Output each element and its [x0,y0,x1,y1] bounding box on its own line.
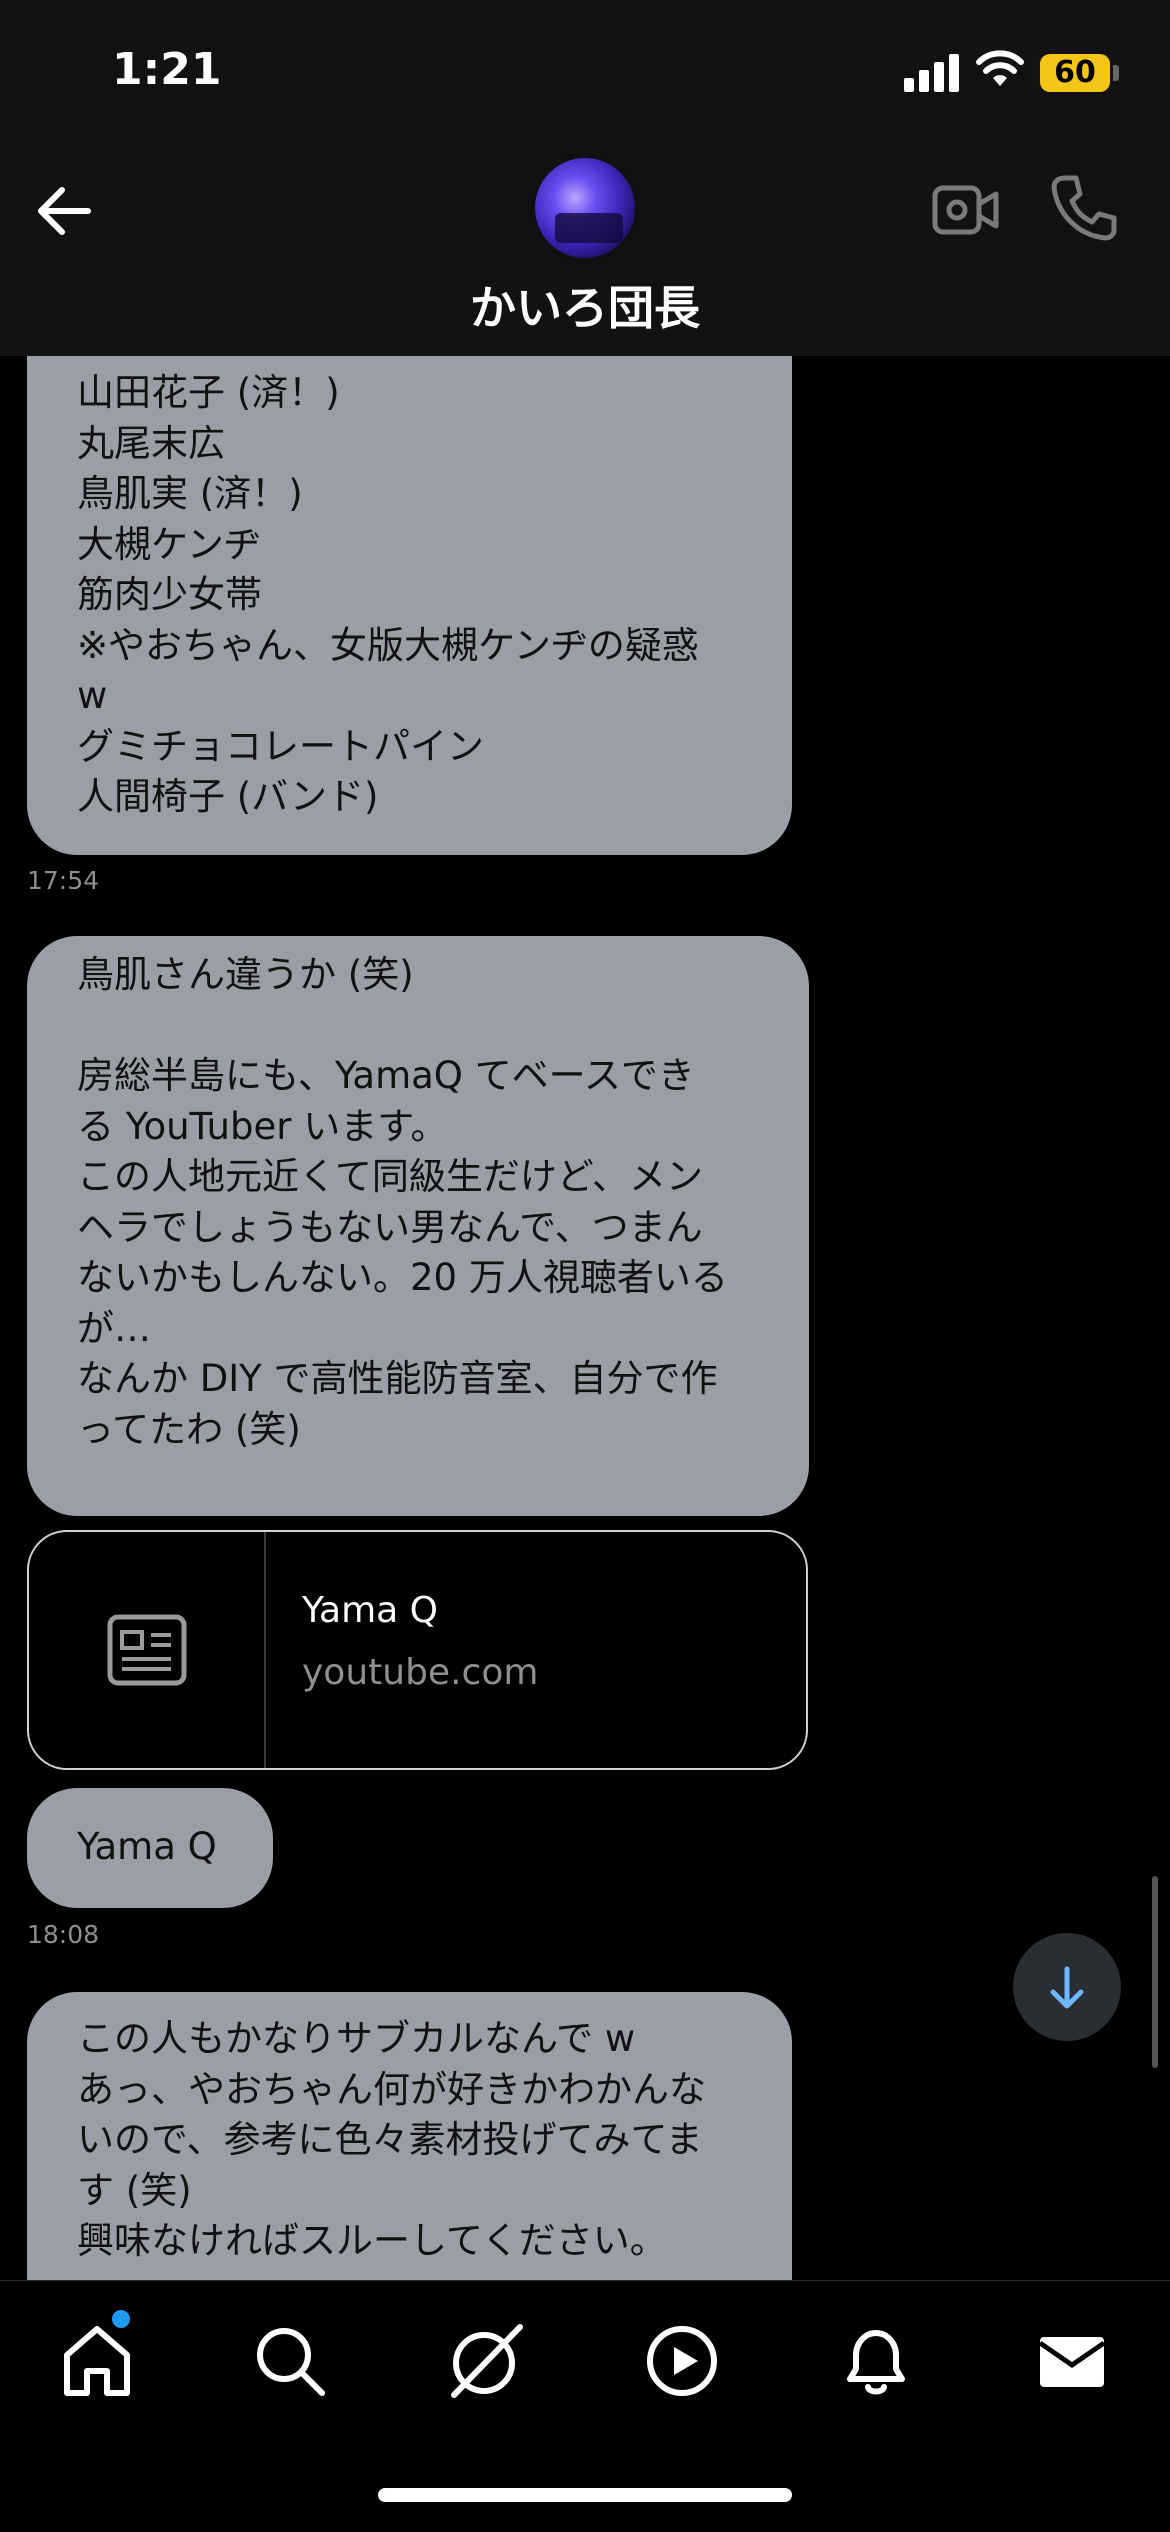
link-domain: youtube.com [302,1652,539,1693]
play-icon[interactable] [642,2321,722,2401]
scroll-to-bottom-button[interactable] [1013,1933,1121,2041]
message-bubble[interactable]: Yama Q [27,1788,273,1908]
arrow-left-icon[interactable] [30,176,100,246]
avatar[interactable] [531,154,639,262]
wifi-icon [976,50,1024,86]
home-icon[interactable] [57,2321,137,2401]
link-thumbnail [29,1532,266,1768]
grok-icon[interactable] [446,2321,526,2401]
battery-tip [1113,65,1119,81]
message-timestamp: 17:54 [27,866,100,895]
battery-indicator: 60 [1040,54,1110,92]
search-icon[interactable] [250,2321,330,2401]
notification-dot [112,2310,130,2328]
message-timestamp: 18:08 [27,1920,100,1949]
link-preview-card[interactable]: Yama Q youtube.com [27,1530,808,1770]
scrollbar[interactable] [1152,1876,1158,2068]
video-camera-icon[interactable] [932,176,1000,244]
conversation-header: かいろ団長 [0,150,1170,356]
message-bubble[interactable]: 鳥肌さん違うか (笑) 房総半島にも、YamaQ てベースでき る YouTub… [27,936,809,1516]
status-time: 1:21 [112,44,222,95]
phone-icon[interactable] [1048,172,1120,244]
message-list[interactable]: 山田花子 (済！) 丸尾末広 鳥肌実 (済！) 大槻ケンヂ 筋肉少女帯 ※やおち… [0,356,1170,2280]
status-bar: 1:21 60 [0,0,1170,150]
mail-icon[interactable] [1032,2321,1112,2401]
message-bubble[interactable]: この人もかなりサブカルなんで w あっ、やおちゃん何が好きかわかんな いので、参… [27,1992,792,2280]
bell-icon[interactable] [836,2321,916,2401]
link-title: Yama Q [302,1590,439,1631]
arrow-down-icon [1050,1966,1084,2009]
message-bubble[interactable]: 山田花子 (済！) 丸尾末広 鳥肌実 (済！) 大槻ケンヂ 筋肉少女帯 ※やおち… [27,356,792,855]
article-icon [107,1614,187,1686]
home-indicator [378,2488,792,2502]
signal-icon [904,52,960,92]
conversation-title[interactable]: かいろ団長 [0,272,1170,338]
